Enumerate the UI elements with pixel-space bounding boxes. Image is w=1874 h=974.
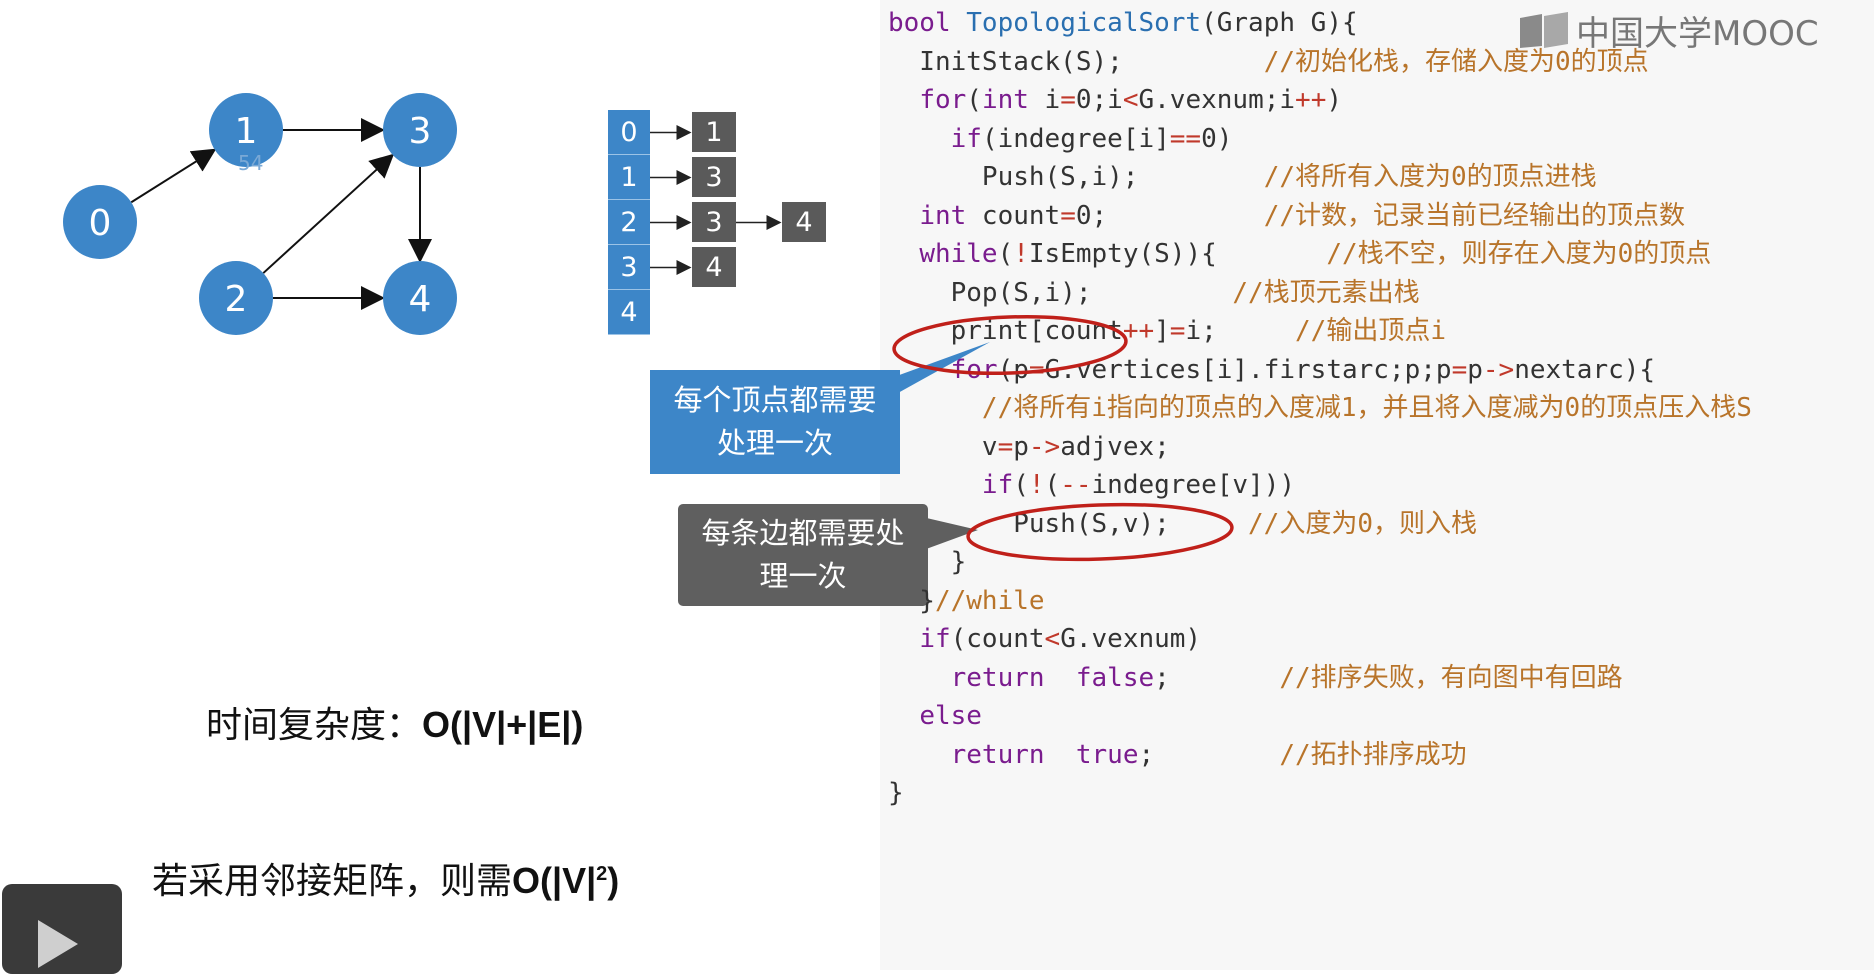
highlight-ellipse-adjvex <box>966 502 1234 562</box>
highlight-ellipse-pop <box>892 314 1128 376</box>
highlight-layer <box>892 314 1234 562</box>
